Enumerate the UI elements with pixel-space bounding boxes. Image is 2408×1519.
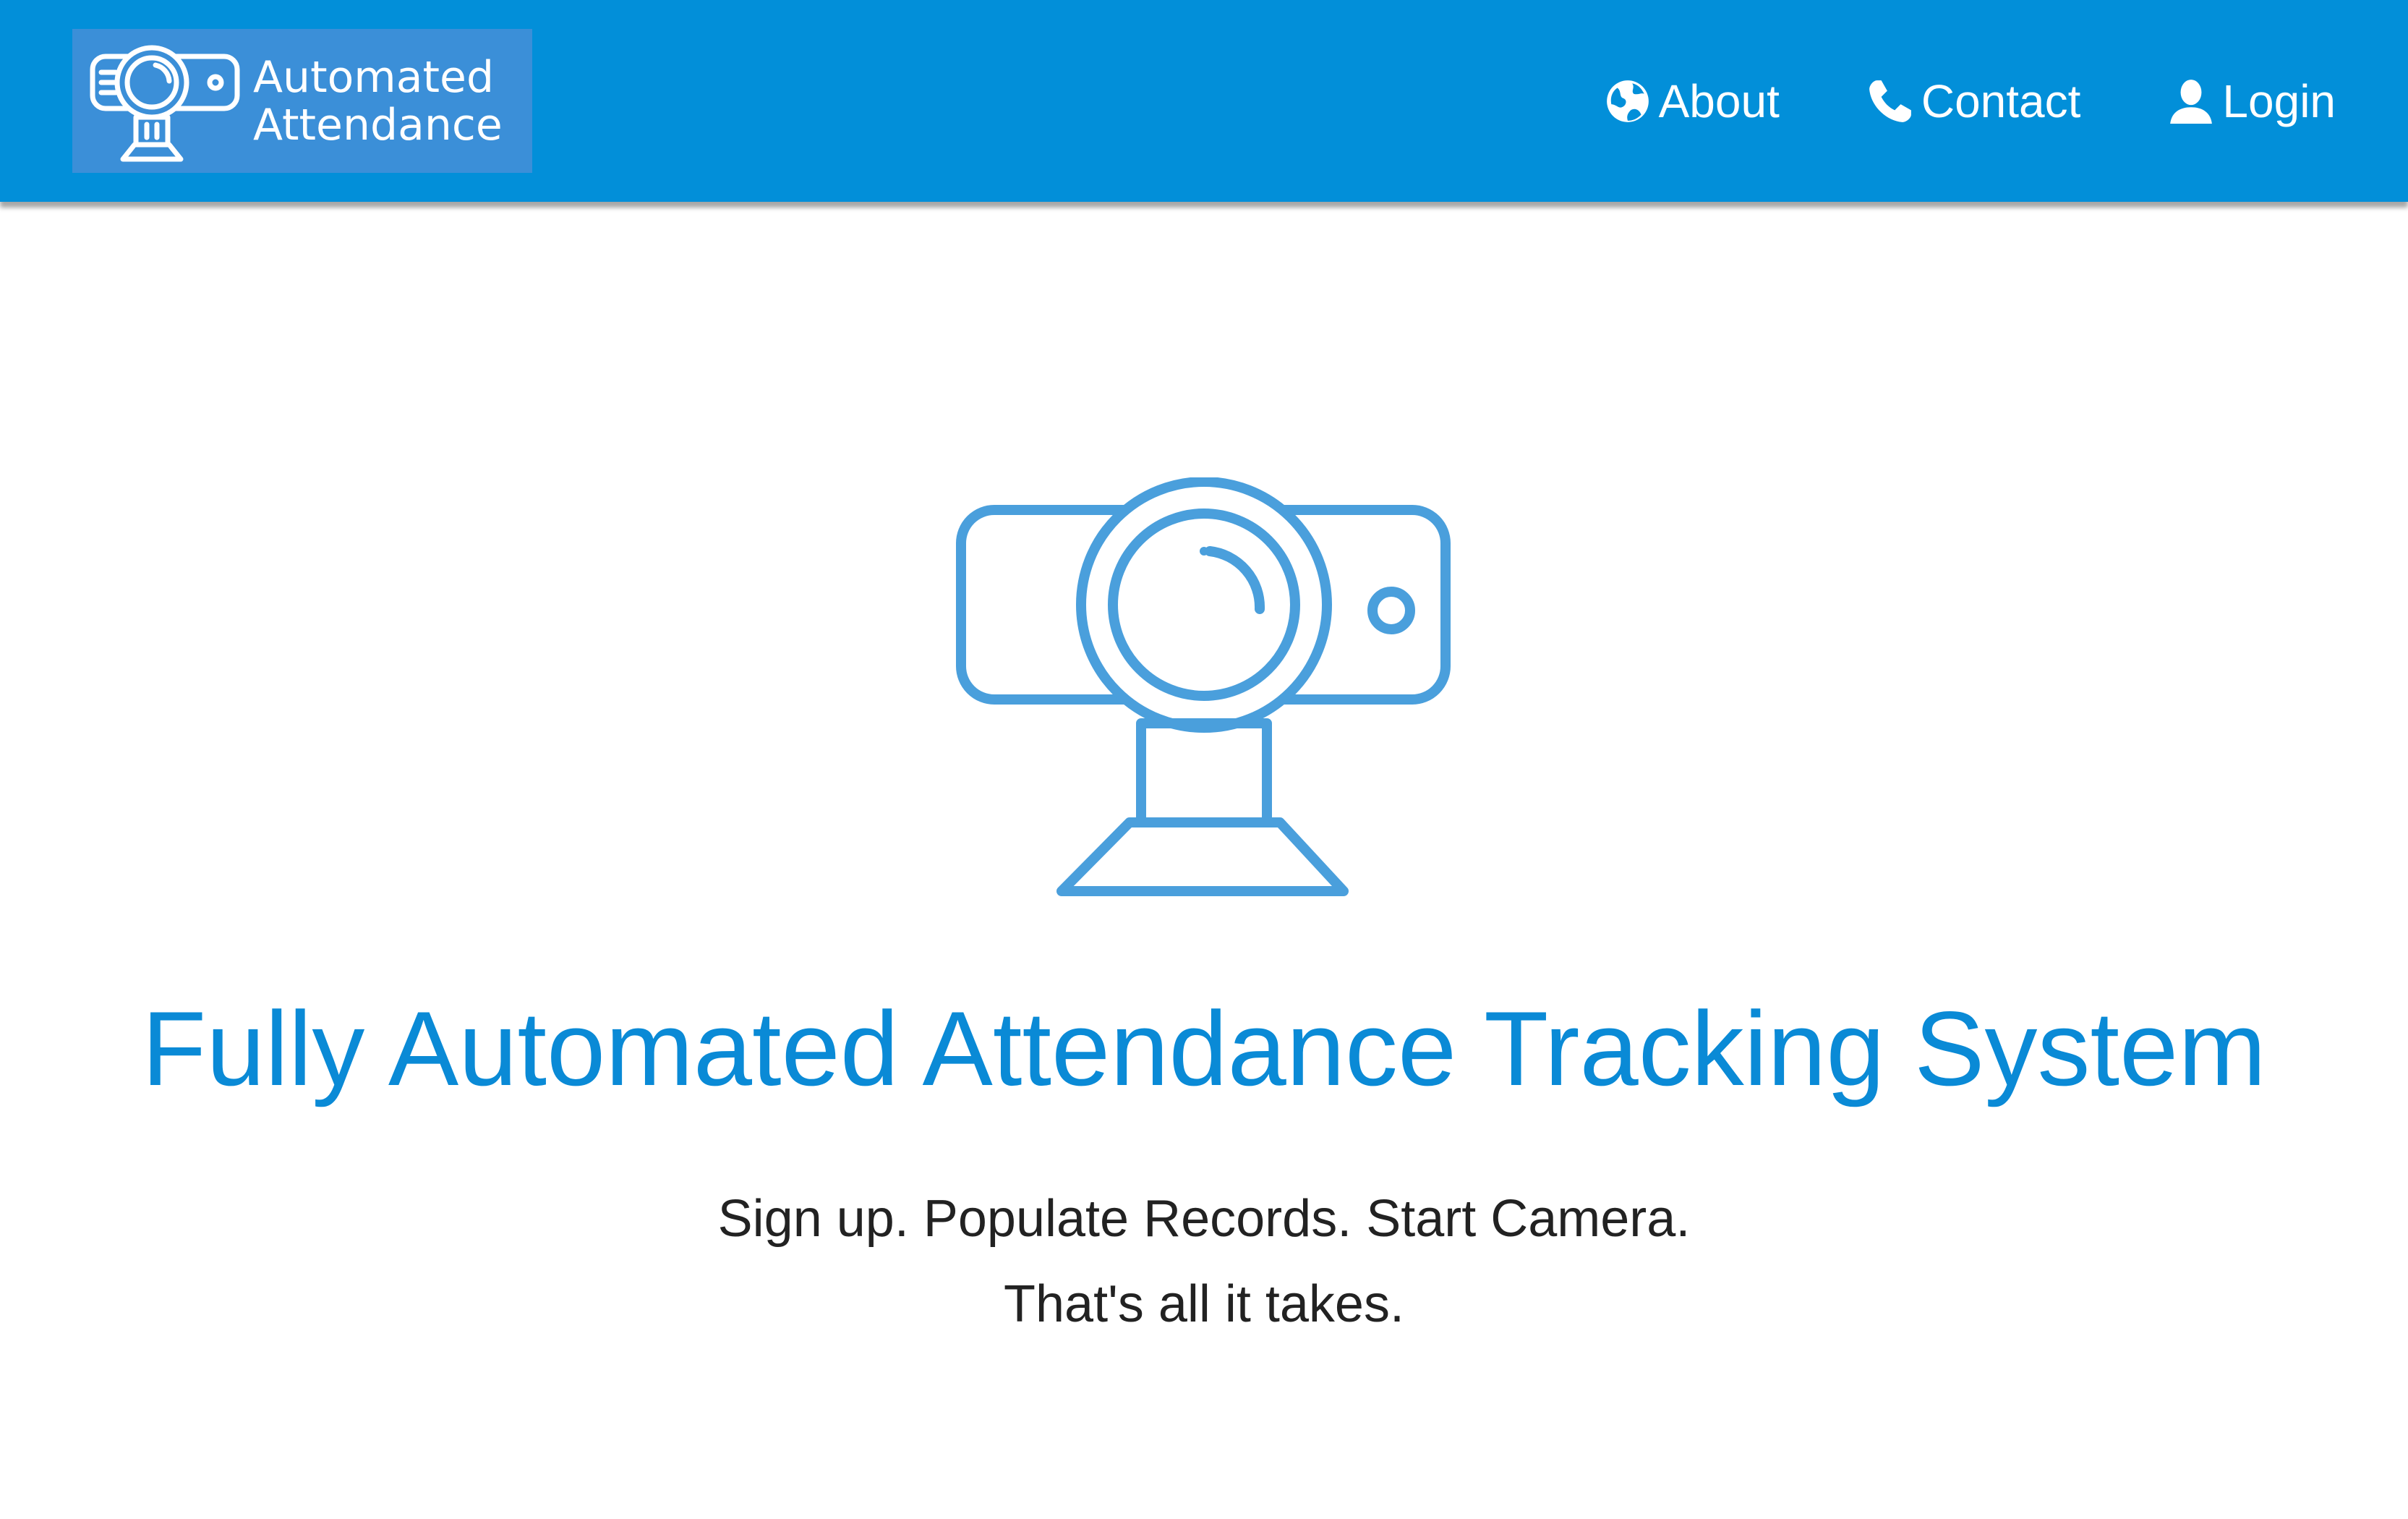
nav-about-link[interactable]: About	[1604, 75, 1780, 128]
brand-line-2: Attendance	[253, 99, 503, 150]
globe-icon	[1606, 80, 1649, 122]
nav-contact-label: Contact	[1921, 75, 2081, 127]
nav-links: About Contact Login	[1517, 0, 2336, 202]
hero-tagline-line-1: Sign up. Populate Records. Start Camera.	[717, 1190, 1691, 1248]
user-icon	[2170, 79, 2213, 124]
nav-login-label: Login	[2222, 75, 2336, 127]
webcam-icon	[956, 477, 1451, 896]
hero-tagline-line-2: That's all it takes.	[1004, 1275, 1404, 1333]
nav-login-link[interactable]: Login	[2167, 75, 2336, 128]
top-navbar: Automated Attendance About Contact Login	[0, 0, 2408, 202]
hero-title: Fully Automated Attendance Tracking Syst…	[142, 990, 2266, 1107]
brand-name: Automated Attendance	[253, 54, 503, 149]
brand-line-1: Automated	[253, 51, 495, 103]
nav-contact-link[interactable]: Contact	[1866, 75, 2081, 128]
webcam-icon	[90, 45, 240, 161]
phone-icon	[1869, 80, 1911, 122]
nav-about-label: About	[1658, 75, 1780, 127]
brand-logo-link[interactable]: Automated Attendance	[72, 29, 532, 173]
